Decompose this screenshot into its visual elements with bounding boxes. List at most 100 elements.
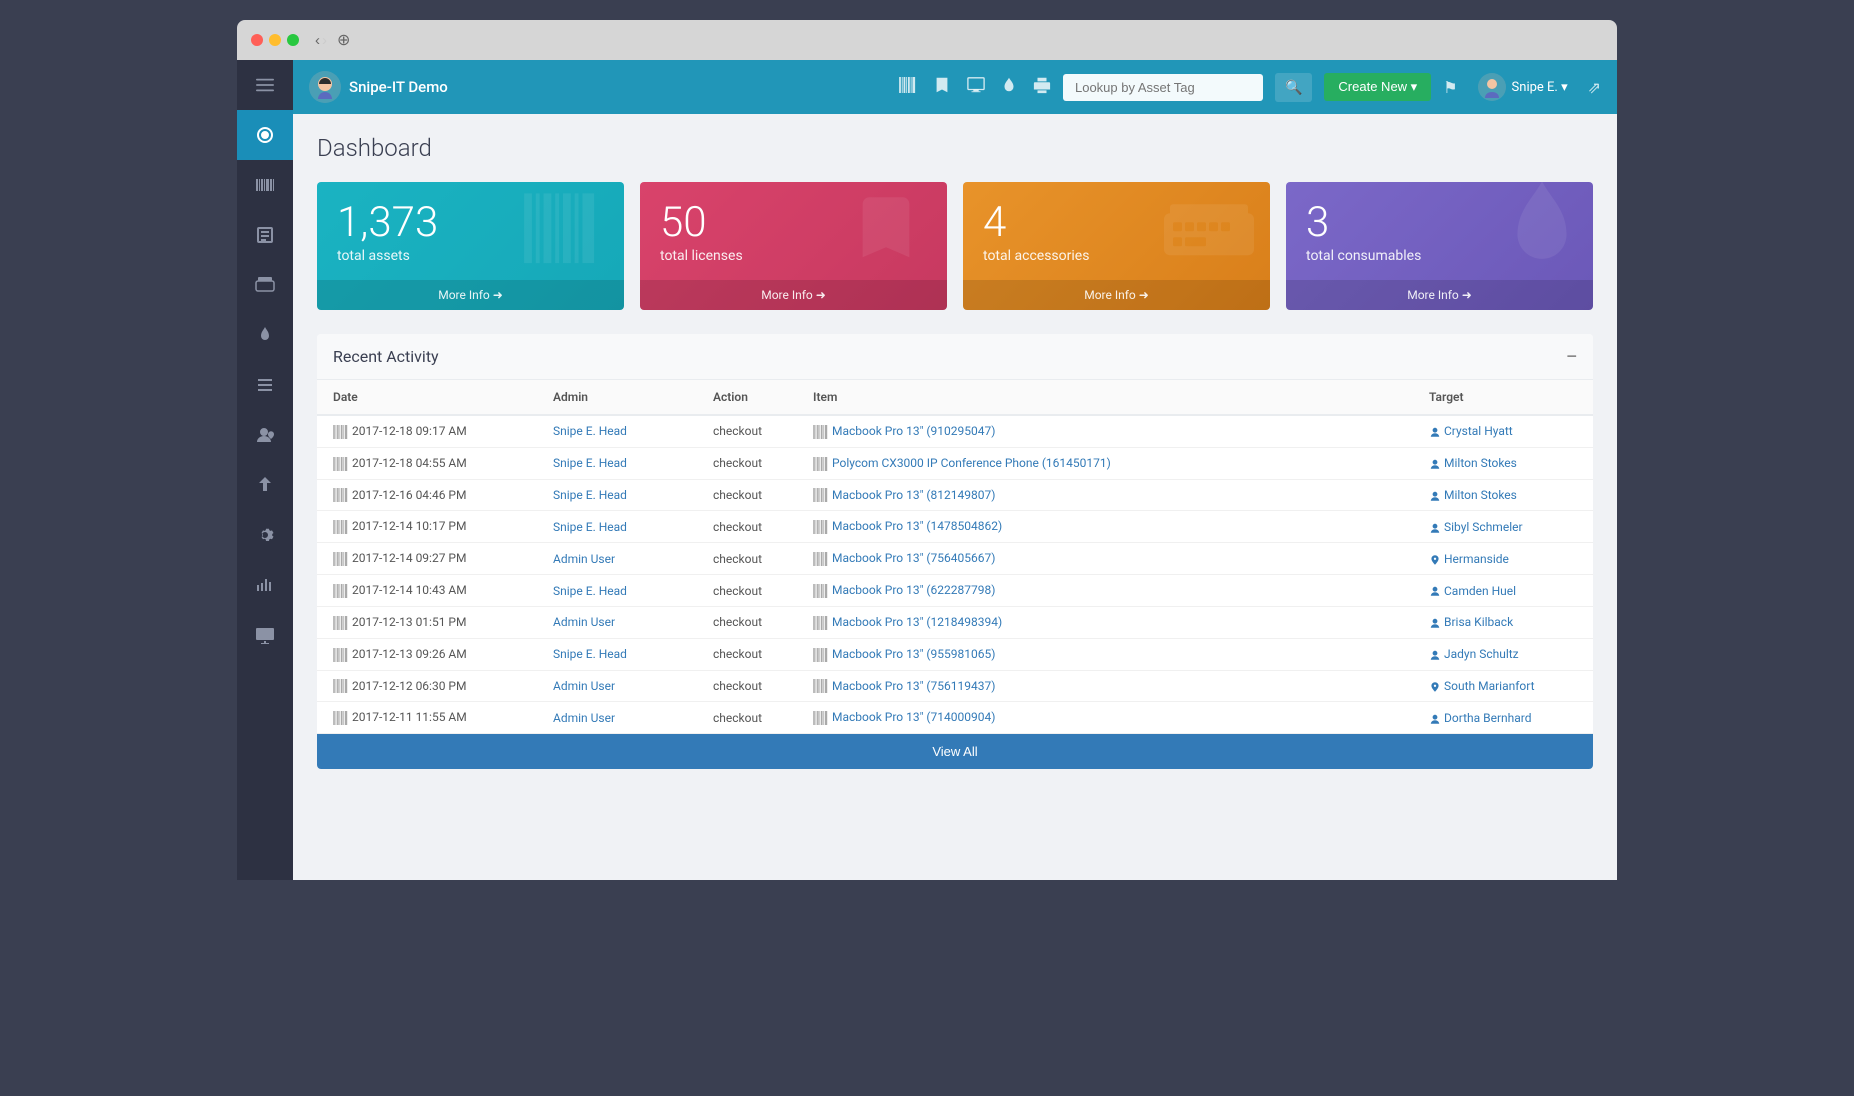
close-button[interactable] (251, 34, 263, 46)
barcode-row-icon (813, 552, 829, 566)
cell-action: checkout (697, 638, 797, 670)
target-link[interactable]: Brisa Kilback (1444, 615, 1513, 629)
cell-date: 2017-12-14 10:43 AM (317, 575, 537, 607)
back-button[interactable]: ‹ (315, 32, 320, 49)
consumables-nav-icon[interactable] (1001, 76, 1017, 98)
item-link[interactable]: Macbook Pro 13" (910295047) (832, 424, 995, 438)
printer-nav-icon[interactable] (1033, 76, 1051, 98)
top-navbar: Snipe-IT Demo (293, 60, 1617, 114)
sidebar-item-analytics[interactable] (237, 560, 293, 610)
table-row: 2017-12-16 04:46 PM Snipe E. Head checko… (317, 479, 1593, 511)
cell-date: 2017-12-16 04:46 PM (317, 479, 537, 511)
sidebar-item-people[interactable] (237, 410, 293, 460)
barcode-nav-icon[interactable] (899, 77, 917, 97)
sidebar-item-dashboard[interactable] (237, 110, 293, 160)
col-target: Target (1413, 380, 1593, 415)
admin-link[interactable]: Admin User (553, 711, 615, 725)
admin-link[interactable]: Admin User (553, 552, 615, 566)
barcode-row-icon (333, 584, 349, 598)
item-link[interactable]: Macbook Pro 13" (955981065) (832, 647, 995, 661)
admin-link[interactable]: Admin User (553, 615, 615, 629)
location-icon (1429, 681, 1441, 693)
table-row: 2017-12-18 04:55 AM Snipe E. Head checko… (317, 447, 1593, 479)
sidebar-item-accessories[interactable] (237, 260, 293, 310)
item-link[interactable]: Macbook Pro 13" (812149807) (832, 488, 995, 502)
cell-target: Dortha Bernhard (1413, 702, 1593, 734)
sidebar (237, 60, 293, 880)
target-link[interactable]: Jadyn Schultz (1444, 647, 1519, 661)
user-icon (1429, 713, 1441, 725)
target-link[interactable]: Hermanside (1444, 552, 1509, 566)
table-row: 2017-12-11 11:55 AM Admin User checkout … (317, 702, 1593, 734)
cell-action: checkout (697, 575, 797, 607)
admin-link[interactable]: Snipe E. Head (553, 488, 627, 502)
brand-name: Snipe-IT Demo (349, 78, 448, 96)
brand: Snipe-IT Demo (309, 71, 469, 103)
minimize-button[interactable] (269, 34, 281, 46)
create-new-button[interactable]: Create New ▾ (1324, 73, 1431, 101)
target-link[interactable]: Crystal Hyatt (1444, 424, 1513, 438)
target-link[interactable]: South Marianfort (1444, 679, 1535, 693)
assets-more-info[interactable]: More Info ➜ (317, 280, 624, 310)
target-link[interactable]: Milton Stokes (1444, 488, 1517, 502)
admin-link[interactable]: Snipe E. Head (553, 647, 627, 661)
user-icon (1429, 522, 1441, 534)
cell-action: checkout (697, 543, 797, 575)
sidebar-item-settings[interactable] (237, 510, 293, 560)
user-icon (1429, 585, 1441, 597)
cell-action: checkout (697, 606, 797, 638)
activity-header: Recent Activity − (317, 334, 1593, 380)
cell-action: checkout (697, 447, 797, 479)
target-link[interactable]: Sibyl Schmeler (1444, 520, 1523, 534)
target-link[interactable]: Milton Stokes (1444, 456, 1517, 470)
cell-admin: Admin User (537, 702, 697, 734)
search-button[interactable]: 🔍 (1275, 73, 1312, 102)
cell-admin: Snipe E. Head (537, 575, 697, 607)
cell-admin: Admin User (537, 670, 697, 702)
item-link[interactable]: Macbook Pro 13" (714000904) (832, 710, 995, 724)
admin-link[interactable]: Snipe E. Head (553, 520, 627, 534)
share-button[interactable]: ⇗ (1588, 78, 1601, 97)
sidebar-item-assets[interactable] (237, 160, 293, 210)
license-nav-icon[interactable] (933, 76, 951, 98)
item-link[interactable]: Macbook Pro 13" (622287798) (832, 583, 995, 597)
sidebar-item-licenses[interactable] (237, 210, 293, 260)
collapse-button[interactable]: − (1566, 346, 1577, 367)
item-link[interactable]: Macbook Pro 13" (756119437) (832, 679, 995, 693)
item-link[interactable]: Macbook Pro 13" (756405667) (832, 551, 995, 565)
cell-action: checkout (697, 670, 797, 702)
admin-link[interactable]: Snipe E. Head (553, 584, 627, 598)
sidebar-item-components[interactable] (237, 360, 293, 410)
sidebar-item-reports[interactable] (237, 460, 293, 510)
user-menu[interactable]: Snipe E. ▾ (1470, 69, 1576, 105)
user-icon (1429, 426, 1441, 438)
activity-tbody: 2017-12-18 09:17 AM Snipe E. Head checko… (317, 415, 1593, 734)
item-link[interactable]: Polycom CX3000 IP Conference Phone (1614… (832, 456, 1111, 470)
accessories-icon (1164, 193, 1254, 281)
hamburger-menu[interactable] (237, 60, 293, 110)
view-all-button[interactable]: View All (317, 734, 1593, 769)
maximize-button[interactable] (287, 34, 299, 46)
cell-item: Macbook Pro 13" (910295047) (797, 415, 1413, 447)
accessories-more-info[interactable]: More Info ➜ (963, 280, 1270, 310)
cell-item: Macbook Pro 13" (812149807) (797, 479, 1413, 511)
item-link[interactable]: Macbook Pro 13" (1478504862) (832, 519, 1002, 533)
cell-item: Macbook Pro 13" (756119437) (797, 670, 1413, 702)
sidebar-item-consumables[interactable] (237, 310, 293, 360)
admin-link[interactable]: Snipe E. Head (553, 456, 627, 470)
asset-tag-search[interactable] (1063, 74, 1263, 101)
barcode-row-icon (813, 616, 829, 630)
consumables-icon (1507, 182, 1577, 289)
download-button[interactable]: ⊕ (337, 30, 350, 50)
forward-button[interactable]: › (322, 32, 327, 49)
user-icon (1429, 458, 1441, 470)
target-link[interactable]: Camden Huel (1444, 584, 1516, 598)
monitor-nav-icon[interactable] (967, 76, 985, 98)
col-date: Date (317, 380, 537, 415)
admin-link[interactable]: Snipe E. Head (553, 424, 627, 438)
flag-button[interactable]: ⚑ (1443, 78, 1457, 97)
sidebar-item-assets-alt[interactable] (237, 610, 293, 660)
item-link[interactable]: Macbook Pro 13" (1218498394) (832, 615, 1002, 629)
target-link[interactable]: Dortha Bernhard (1444, 711, 1532, 725)
admin-link[interactable]: Admin User (553, 679, 615, 693)
